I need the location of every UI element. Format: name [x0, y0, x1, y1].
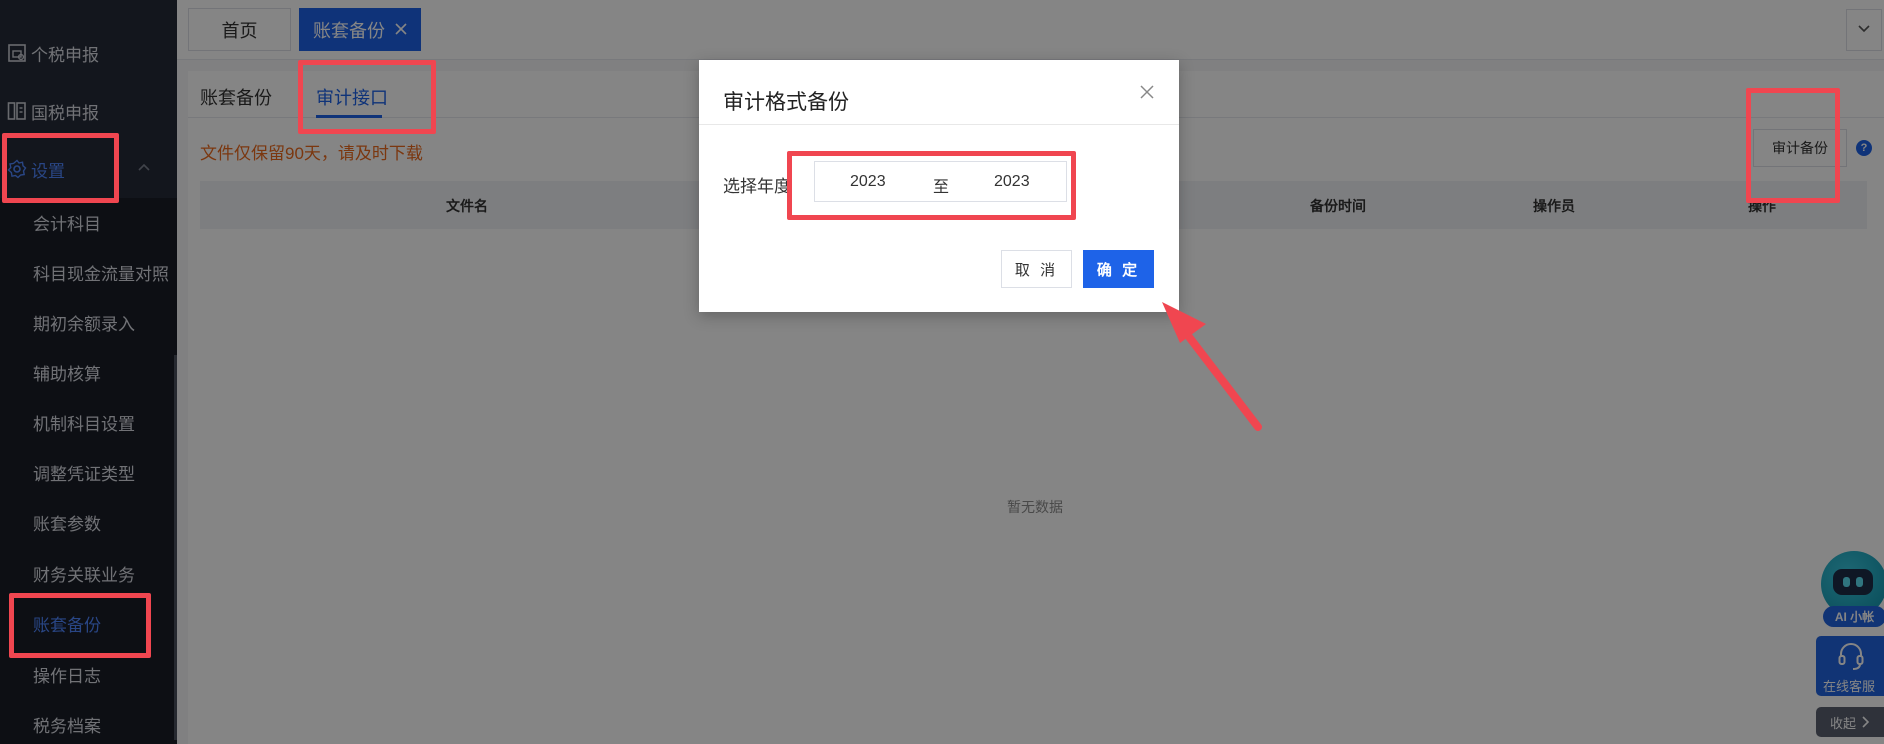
close-icon[interactable]: [1136, 81, 1158, 103]
end-year-input[interactable]: 2023: [994, 173, 1030, 191]
year-range-picker[interactable]: 2023 至 2023: [814, 161, 1067, 202]
range-separator: 至: [933, 179, 950, 196]
cancel-button[interactable]: 取 消: [1001, 250, 1072, 288]
dialog-title: 审计格式备份: [723, 91, 849, 114]
audit-backup-dialog: 审计格式备份 选择年度 2023 至 2023 取 消 确 定: [699, 60, 1179, 312]
year-range-label: 选择年度: [723, 177, 791, 196]
dialog-divider: [699, 124, 1179, 125]
start-year-input[interactable]: 2023: [850, 173, 886, 191]
confirm-button[interactable]: 确 定: [1083, 250, 1154, 288]
